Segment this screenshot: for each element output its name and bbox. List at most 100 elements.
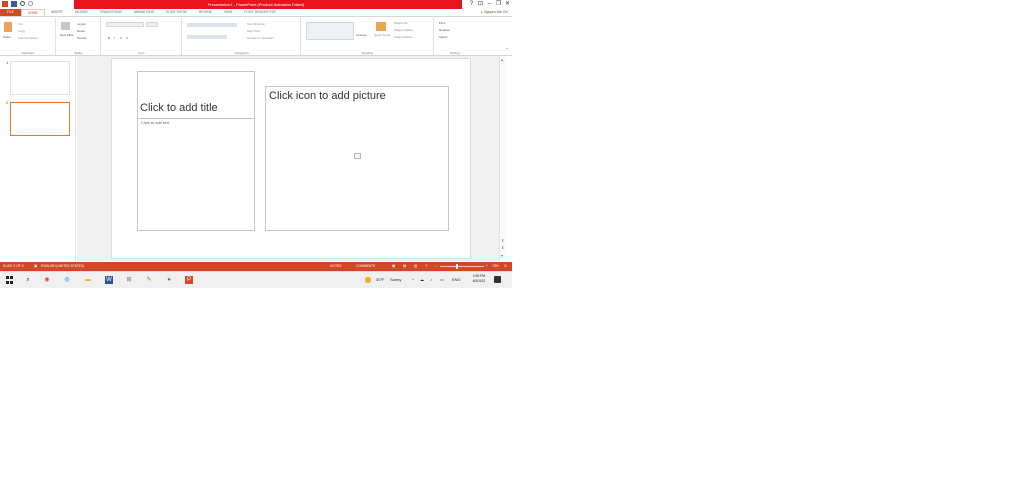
zoom-out-icon[interactable]: – (435, 264, 437, 268)
tab-review[interactable]: REVIEW (193, 9, 218, 16)
title-placeholder-text[interactable]: Click to add title (140, 102, 218, 114)
tab-file[interactable]: FILE (0, 9, 21, 16)
app-green-icon[interactable]: ● (165, 276, 173, 284)
next-slide-icon[interactable]: ⇟ (501, 245, 504, 250)
text-direction-button[interactable]: Text Direction (247, 22, 265, 26)
new-slide-icon[interactable] (61, 22, 70, 30)
format-painter-button[interactable]: Format Painter (18, 36, 38, 40)
chrome-icon[interactable]: ◉ (43, 276, 51, 284)
cut-button[interactable]: Cut (18, 22, 23, 26)
restore-button[interactable]: ❐ (494, 0, 503, 9)
ribbon-tabs: FILE HOME INSERT DESIGN TRANSITIONS ANIM… (0, 8, 512, 17)
comments-button[interactable]: COMMENTS (356, 264, 375, 268)
weather-description[interactable]: Sunny (390, 277, 401, 282)
tab-slide-show[interactable]: SLIDE SHOW (160, 9, 193, 16)
font-name-dropdown[interactable] (106, 22, 144, 27)
shape-outline-button[interactable]: Shape Outline (394, 28, 413, 32)
collapse-ribbon-icon[interactable]: ⌃ (506, 47, 509, 52)
align-text-button[interactable]: Align Text (247, 29, 260, 33)
tab-foxit-reader-pdf[interactable]: FOXIT READER PDF (238, 9, 282, 16)
list-buttons[interactable] (187, 23, 237, 27)
paste-button[interactable]: Paste (3, 35, 11, 39)
bold-button[interactable]: B (108, 36, 110, 40)
arrange-button[interactable]: Arrange (356, 33, 367, 37)
previous-slide-icon[interactable]: ⇞ (501, 238, 504, 243)
slide-sorter-icon[interactable]: ▤ (403, 264, 406, 268)
close-button[interactable]: ✕ (503, 0, 512, 9)
reading-view-icon[interactable]: ▥ (414, 264, 417, 268)
zoom-level[interactable]: 73% (492, 264, 499, 268)
quick-styles-button[interactable]: Quick Styles (374, 33, 391, 37)
select-button[interactable]: Select (439, 35, 447, 39)
user-account[interactable]: Nguyen Van Chi (480, 10, 508, 14)
file-explorer-icon[interactable]: ▬ (84, 276, 92, 284)
picture-placeholder[interactable]: Click icon to add picture (265, 86, 449, 231)
system-clock[interactable]: 2:59 PM 6/5/2021 (467, 274, 491, 284)
vertical-scrollbar[interactable]: ▴ ⇞ ⇟ ▾ (499, 56, 505, 261)
fit-slide-icon[interactable]: ⊡ (504, 264, 507, 268)
shape-effects-button[interactable]: Shape Effects (394, 35, 413, 39)
tab-insert[interactable]: INSERT (45, 9, 69, 16)
slide-thumbnail-2[interactable] (10, 102, 70, 136)
layout-button[interactable]: Layout (77, 22, 86, 26)
word-icon[interactable]: W (105, 276, 113, 284)
spell-check-icon[interactable]: ▣ (34, 264, 37, 268)
paste-icon[interactable] (4, 22, 12, 32)
shape-fill-button[interactable]: Shape Fill (394, 21, 407, 25)
insert-picture-icon[interactable] (354, 153, 361, 159)
slide-show-icon[interactable]: ▽ (425, 264, 428, 268)
copy-button[interactable]: Copy (18, 29, 25, 33)
clock-date: 6/5/2021 (472, 279, 486, 283)
scroll-up-icon[interactable]: ▴ (501, 57, 503, 62)
weather-temperature[interactable]: 30°F (376, 277, 385, 282)
alignment-buttons[interactable] (187, 35, 227, 39)
group-drawing: Arrange Quick Styles Shape Fill Shape Ou… (302, 18, 434, 55)
zoom-slider[interactable] (440, 266, 484, 267)
input-language[interactable]: ENG (452, 277, 461, 282)
tab-animations[interactable]: ANIMATIONS (128, 9, 160, 16)
weather-sun-icon[interactable] (365, 277, 371, 283)
help-button[interactable]: ? (467, 0, 476, 9)
title-text-placeholder[interactable]: Click to add title Click to add text (137, 71, 255, 231)
language-status[interactable]: ENGLISH (UNITED STATES) (41, 264, 84, 268)
slide-thumbnail-1[interactable] (10, 61, 70, 95)
edge-icon[interactable]: ◎ (63, 276, 71, 284)
convert-smartart-button[interactable]: Convert to SmartArt (247, 36, 274, 40)
new-slide-button[interactable]: New Slide (60, 33, 74, 37)
tab-design[interactable]: DESIGN (69, 9, 94, 16)
zoom-in-icon[interactable]: + (486, 264, 488, 268)
shadow-button[interactable]: S (126, 36, 128, 40)
section-button[interactable]: Section (77, 36, 87, 40)
network-icon[interactable]: ▭ (440, 277, 444, 282)
reset-button[interactable]: Reset (77, 29, 85, 33)
notes-button[interactable]: NOTES (330, 264, 341, 268)
slide-canvas[interactable]: Click to add title Click to add text Cli… (111, 58, 471, 259)
replace-button[interactable]: Replace (439, 28, 450, 32)
font-size-dropdown[interactable] (146, 22, 158, 27)
notifications-icon[interactable] (494, 276, 501, 283)
tab-transitions[interactable]: TRANSITIONS (94, 9, 128, 16)
windows-start-icon[interactable] (6, 276, 14, 284)
placeholder-divider (138, 118, 254, 119)
tray-chevron-icon[interactable]: ^ (412, 277, 414, 282)
app-icon[interactable]: ✎ (145, 276, 153, 284)
underline-button[interactable]: U (120, 36, 122, 40)
italic-button[interactable]: I (114, 36, 115, 40)
search-icon[interactable]: ⌕ (24, 276, 32, 284)
shapes-gallery[interactable] (306, 22, 354, 40)
group-label-drawing: Drawing (361, 51, 373, 55)
group-clipboard: Paste Cut Copy Format Painter Clipboard (0, 18, 56, 55)
powerpoint-taskbar-icon[interactable]: P (185, 276, 193, 284)
volume-icon[interactable]: ♪ (430, 277, 432, 282)
scroll-down-icon[interactable]: ▾ (501, 253, 503, 258)
quick-styles-icon[interactable] (376, 22, 386, 31)
normal-view-icon[interactable]: ▦ (392, 264, 395, 268)
tray-cloud-icon[interactable]: ☁ (420, 277, 424, 282)
store-icon[interactable]: ⊞ (125, 276, 133, 284)
tab-view[interactable]: VIEW (218, 9, 238, 16)
zoom-slider-thumb[interactable] (456, 264, 458, 269)
find-button[interactable]: Find (439, 21, 445, 25)
ribbon-display-button[interactable]: ⊡ (476, 0, 485, 9)
minimize-button[interactable]: – (485, 0, 494, 9)
text-placeholder[interactable]: Click to add text (141, 120, 169, 125)
